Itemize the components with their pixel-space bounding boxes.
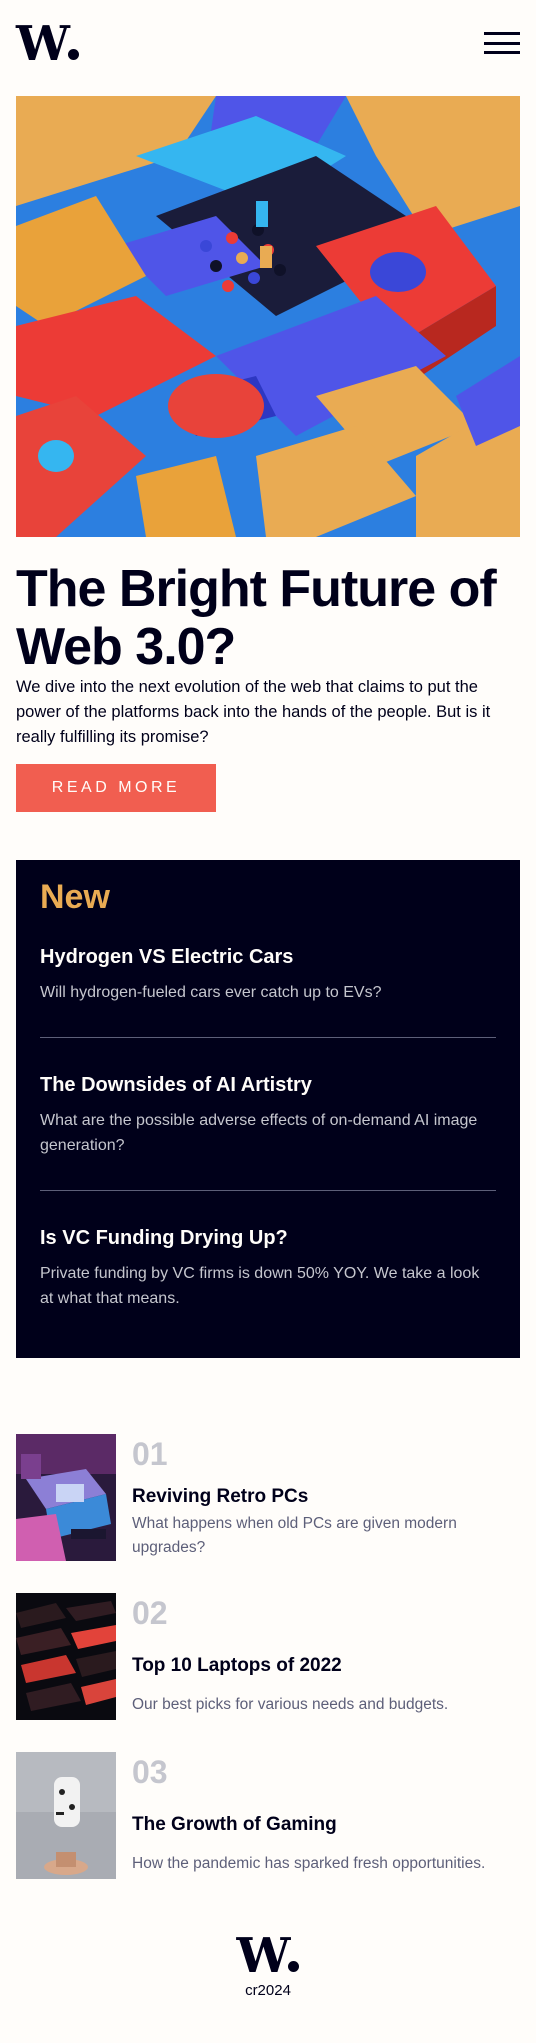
retro-pc-thumbnail[interactable]: [16, 1434, 116, 1561]
gaming-controller-thumbnail[interactable]: [16, 1752, 116, 1879]
article-description: What happens when old PCs are given mode…: [132, 1515, 457, 1556]
site-header: W: [16, 20, 520, 68]
article-card[interactable]: 03 The Growth of Gaming How the pandemic…: [16, 1752, 520, 1880]
hero-title: The Bright Future of Web 3.0?: [16, 560, 497, 676]
article-number: 01: [132, 1436, 168, 1472]
laptop-keyboard-thumbnail[interactable]: [16, 1593, 116, 1720]
new-item-title[interactable]: The Downsides of AI Artistry: [40, 1072, 496, 1098]
menu-bar: [484, 32, 520, 35]
new-list-item[interactable]: Hydrogen VS Electric Cars Will hydrogen-…: [40, 918, 496, 1038]
copyright-text: cr2024: [245, 1982, 291, 1999]
new-item-description: Private funding by VC firms is down 50% …: [40, 1265, 480, 1307]
hero-image: [16, 96, 520, 537]
logo-dot: [288, 1961, 300, 1972]
article-number: 03: [132, 1754, 168, 1790]
logo-text: W: [16, 16, 70, 72]
logo-dot: [67, 49, 79, 60]
article-number: 02: [132, 1595, 168, 1631]
new-articles-panel: New Hydrogen VS Electric Cars Will hydro…: [16, 860, 520, 1358]
read-more-button[interactable]: READ MORE: [16, 764, 216, 812]
article-title[interactable]: Reviving Retro PCs: [132, 1484, 308, 1510]
new-list-item[interactable]: Is VC Funding Drying Up? Private funding…: [40, 1191, 496, 1311]
footer-logo-text: W: [236, 1928, 291, 1984]
new-list-item[interactable]: The Downsides of AI Artistry What are th…: [40, 1038, 496, 1191]
new-item-title[interactable]: Hydrogen VS Electric Cars: [40, 944, 496, 970]
new-heading: New: [40, 878, 110, 916]
new-item-title[interactable]: Is VC Funding Drying Up?: [40, 1225, 496, 1251]
article-description: How the pandemic has sparked fresh oppor…: [132, 1855, 486, 1872]
site-logo[interactable]: W: [16, 20, 79, 68]
hamburger-menu-icon[interactable]: [484, 32, 520, 54]
hero-description: We dive into the next evolution of the w…: [16, 678, 491, 746]
article-description: Our best picks for various needs and bud…: [132, 1696, 449, 1713]
menu-bar: [484, 41, 520, 45]
footer-logo[interactable]: W: [0, 1932, 536, 1980]
new-item-description: What are the possible adverse effects of…: [40, 1112, 478, 1154]
article-card[interactable]: 01 Reviving Retro PCs What happens when …: [16, 1434, 520, 1562]
new-item-description: Will hydrogen-fueled cars ever catch up …: [40, 984, 382, 1001]
menu-bar: [484, 51, 520, 54]
article-card[interactable]: 02 Top 10 Laptops of 2022 Our best picks…: [16, 1593, 520, 1721]
article-title[interactable]: Top 10 Laptops of 2022: [132, 1653, 342, 1679]
article-title[interactable]: The Growth of Gaming: [132, 1812, 337, 1838]
